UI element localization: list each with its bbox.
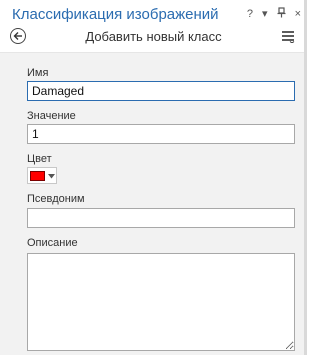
close-icon[interactable]: × xyxy=(295,8,301,20)
name-label: Имя xyxy=(27,67,49,79)
alias-field[interactable] xyxy=(27,208,295,228)
description-field[interactable] xyxy=(27,253,295,351)
pin-icon[interactable] xyxy=(277,7,286,21)
hamburger-menu-icon[interactable] xyxy=(281,29,295,44)
page-title: Добавить новый класс xyxy=(85,29,222,44)
pane-scrollbar[interactable] xyxy=(304,0,307,355)
add-class-pane: Классификация изображений ? ▾ × Добавить… xyxy=(0,0,307,355)
pane-titlebar: Классификация изображений ? ▾ × xyxy=(0,0,307,28)
name-field[interactable] xyxy=(27,81,295,101)
value-label: Значение xyxy=(27,110,76,122)
value-field[interactable] xyxy=(27,124,295,144)
alias-label: Псевдоним xyxy=(27,193,85,205)
description-label: Описание xyxy=(27,237,78,249)
pane-title-controls: ? ▾ × xyxy=(247,7,301,21)
color-picker-dropdown[interactable] xyxy=(27,167,57,184)
chevron-down-icon[interactable]: ▾ xyxy=(262,8,268,20)
pane-title: Классификация изображений xyxy=(12,6,219,23)
pane-subheader: Добавить новый класс xyxy=(0,28,307,50)
color-label: Цвет xyxy=(27,153,52,165)
chevron-down-icon xyxy=(48,174,55,179)
color-swatch xyxy=(30,171,45,181)
help-icon[interactable]: ? xyxy=(247,8,253,20)
